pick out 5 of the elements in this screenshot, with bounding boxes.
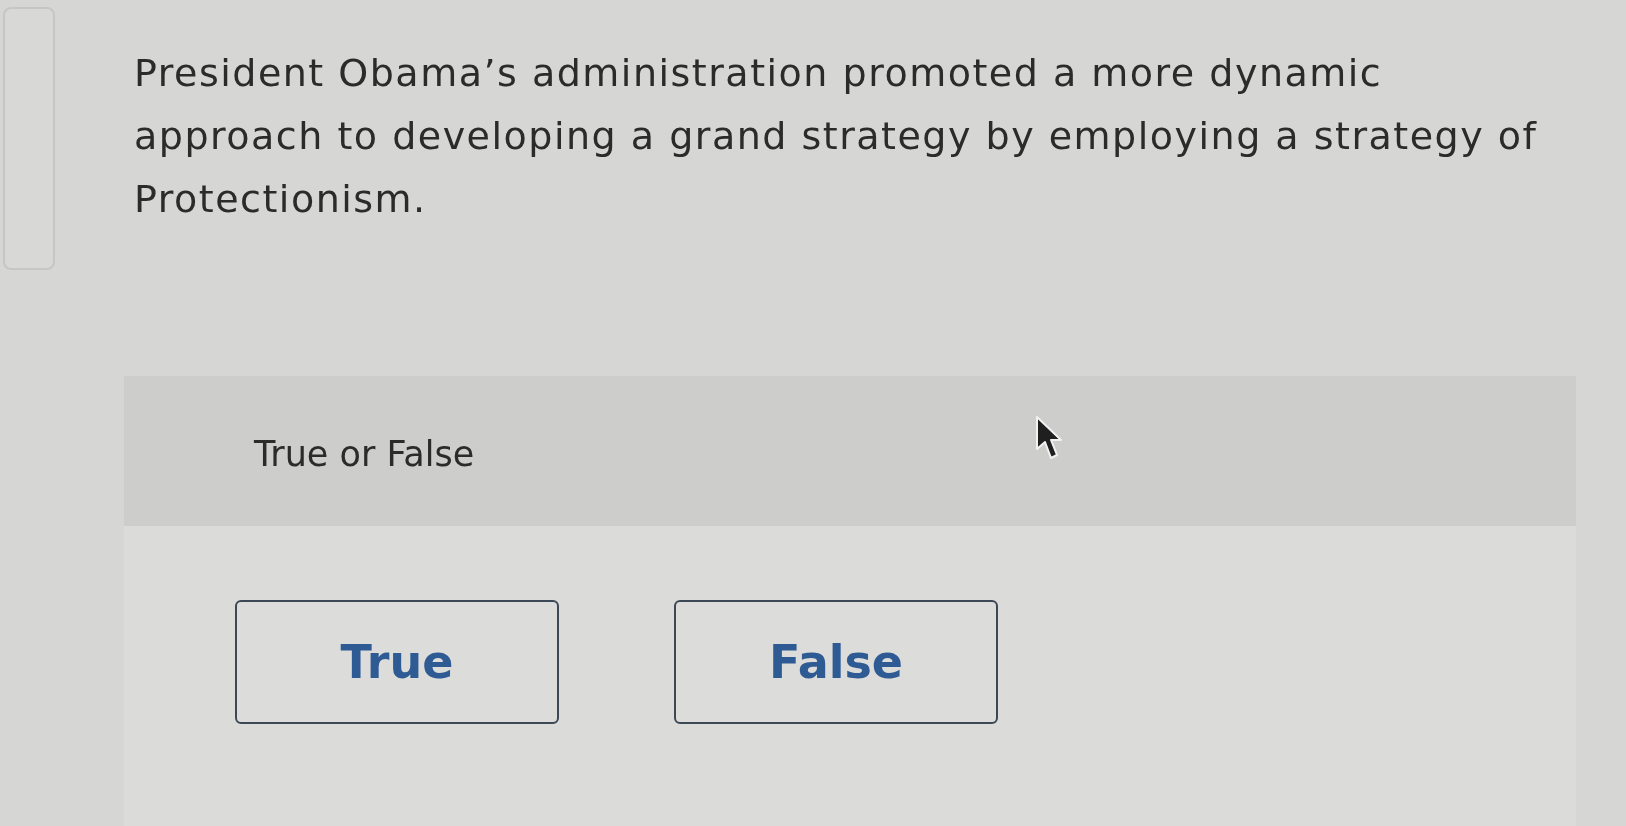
mouse-pointer-icon: [1035, 415, 1063, 460]
answer-choice[interactable]: False: [674, 600, 998, 724]
answer-choice[interactable]: True: [235, 600, 559, 724]
prompt-text: True or False: [254, 432, 475, 476]
question-text: President Obama’s administration promoted a more dynamic approach to developing a grand strategy by employing a strategy of Protectionism.: [134, 50, 1538, 223]
